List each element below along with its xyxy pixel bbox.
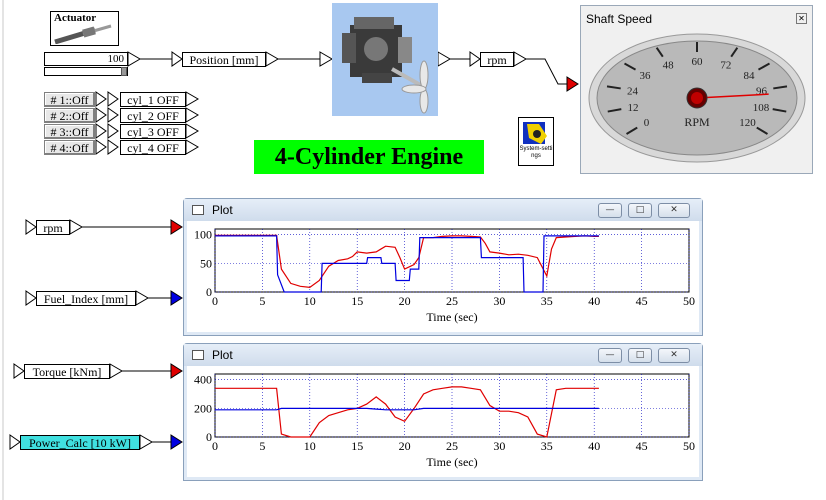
gauge-tick-label: 108 bbox=[753, 102, 770, 114]
x-tick-label: 35 bbox=[541, 439, 553, 453]
plot-window-1[interactable]: Plot — □ ✕ 0 5 10 15 20 25 30 35 40 45 50 0 50 100 Tim… bbox=[183, 198, 703, 336]
close-button[interactable]: ✕ bbox=[658, 348, 690, 363]
x-tick-label: 30 bbox=[493, 439, 505, 453]
engine-icon bbox=[342, 17, 429, 114]
x-axis-label: Time (sec) bbox=[426, 310, 477, 324]
gauge-tick-label: 24 bbox=[627, 85, 639, 97]
maximize-button[interactable]: □ bbox=[628, 348, 652, 363]
plot-1-title: Plot bbox=[212, 203, 233, 217]
cylinder-4-button[interactable]: # 4::Off bbox=[44, 140, 95, 155]
window-app-icon bbox=[192, 350, 204, 360]
system-settings-label: System-settings bbox=[519, 146, 553, 159]
fuel-index-label[interactable]: Fuel_Index [mm] bbox=[36, 291, 136, 306]
x-tick-label: 50 bbox=[683, 439, 695, 453]
x-tick-label: 20 bbox=[399, 294, 411, 308]
maximize-button[interactable]: □ bbox=[628, 203, 652, 218]
gauge-tick-label: 60 bbox=[692, 56, 704, 68]
x-tick-label: 35 bbox=[541, 294, 553, 308]
x-tick-label: 50 bbox=[683, 294, 695, 308]
minimize-button[interactable]: — bbox=[598, 203, 622, 218]
engine-image[interactable] bbox=[332, 3, 438, 116]
cylinder-3-status: cyl_3 OFF bbox=[120, 124, 186, 139]
plot-window-2[interactable]: Plot — □ ✕ 0 5 10 15 20 25 30 35 40 45 50 0 200 400 Ti… bbox=[183, 343, 703, 481]
x-tick-label: 25 bbox=[446, 439, 458, 453]
gauge-tick-label: 72 bbox=[720, 60, 731, 72]
plot-2-title: Plot bbox=[212, 348, 233, 362]
y-tick-label: 200 bbox=[194, 401, 212, 415]
y-tick-label: 50 bbox=[200, 256, 212, 270]
x-tick-label: 30 bbox=[493, 294, 505, 308]
cylinder-2-button[interactable]: # 2::Off bbox=[44, 108, 95, 123]
x-tick-label: 10 bbox=[304, 294, 316, 308]
gauge-tick-label: 84 bbox=[744, 70, 756, 82]
system-settings-button[interactable]: System-settings bbox=[518, 117, 554, 166]
x-tick-label: 0 bbox=[212, 294, 218, 308]
cylinder-1-status: cyl_1 OFF bbox=[120, 92, 186, 107]
y-tick-label: 400 bbox=[194, 373, 212, 387]
gauge-tick-label: 36 bbox=[639, 70, 651, 82]
x-tick-label: 10 bbox=[304, 439, 316, 453]
x-tick-label: 40 bbox=[588, 439, 600, 453]
gauge-hub-center bbox=[691, 92, 703, 104]
close-icon[interactable]: ✕ bbox=[796, 13, 807, 24]
x-tick-label: 0 bbox=[212, 439, 218, 453]
cylinder-2-status: cyl_2 OFF bbox=[120, 108, 186, 123]
gauge-unit-label: RPM bbox=[684, 115, 710, 129]
shaft-speed-title: Shaft Speed bbox=[586, 12, 653, 26]
y-tick-label: 0 bbox=[206, 430, 212, 444]
plot-1-chart: 0 5 10 15 20 25 30 35 40 45 50 0 50 100 Time (sec) bbox=[194, 228, 695, 324]
y-tick-label: 0 bbox=[206, 285, 212, 299]
gauge-tick-label: 120 bbox=[739, 117, 756, 129]
torque-label[interactable]: Torque [kNm] bbox=[24, 364, 110, 379]
gauge-tick-label: 48 bbox=[663, 60, 675, 72]
cylinder-1-button[interactable]: # 1::Off bbox=[44, 92, 95, 107]
rpm-input-label[interactable]: rpm bbox=[36, 220, 70, 235]
x-tick-label: 15 bbox=[351, 294, 363, 308]
x-tick-label: 5 bbox=[259, 294, 265, 308]
y-tick-label: 100 bbox=[194, 228, 212, 242]
x-tick-label: 5 bbox=[259, 439, 265, 453]
close-button[interactable]: ✕ bbox=[658, 203, 690, 218]
power-calc-label[interactable]: Power_Calc [10 kW] bbox=[20, 435, 140, 450]
page-title: 4-Cylinder Engine bbox=[254, 140, 484, 174]
rpm-gauge: 012243648 60 728496108120RPM bbox=[588, 33, 806, 163]
x-tick-label: 15 bbox=[351, 439, 363, 453]
position-label[interactable]: Position [mm] bbox=[182, 52, 266, 67]
gauge-tick-label: 96 bbox=[756, 85, 768, 97]
x-tick-label: 20 bbox=[399, 439, 411, 453]
x-tick-label: 45 bbox=[636, 439, 648, 453]
window-app-icon bbox=[192, 205, 204, 215]
gauge-tick-label: 12 bbox=[627, 102, 638, 114]
plot-2-chart: 0 5 10 15 20 25 30 35 40 45 50 0 200 400 Time (sec) bbox=[194, 373, 695, 469]
shaft-speed-window[interactable]: Shaft Speed ✕ 0 12 24 36 48 60 72 84 96 108 120 RPM bbox=[580, 5, 813, 174]
x-axis-label: Time (sec) bbox=[426, 455, 477, 469]
x-tick-label: 25 bbox=[446, 294, 458, 308]
rpm-output-label[interactable]: rpm bbox=[480, 52, 514, 67]
cylinder-4-status: cyl_4 OFF bbox=[120, 140, 186, 155]
cylinder-3-button[interactable]: # 3::Off bbox=[44, 124, 95, 139]
x-tick-label: 45 bbox=[636, 294, 648, 308]
gauge-tick-label: 0 bbox=[644, 117, 650, 129]
settings-icon bbox=[523, 122, 547, 144]
x-tick-label: 40 bbox=[588, 294, 600, 308]
minimize-button[interactable]: — bbox=[598, 348, 622, 363]
